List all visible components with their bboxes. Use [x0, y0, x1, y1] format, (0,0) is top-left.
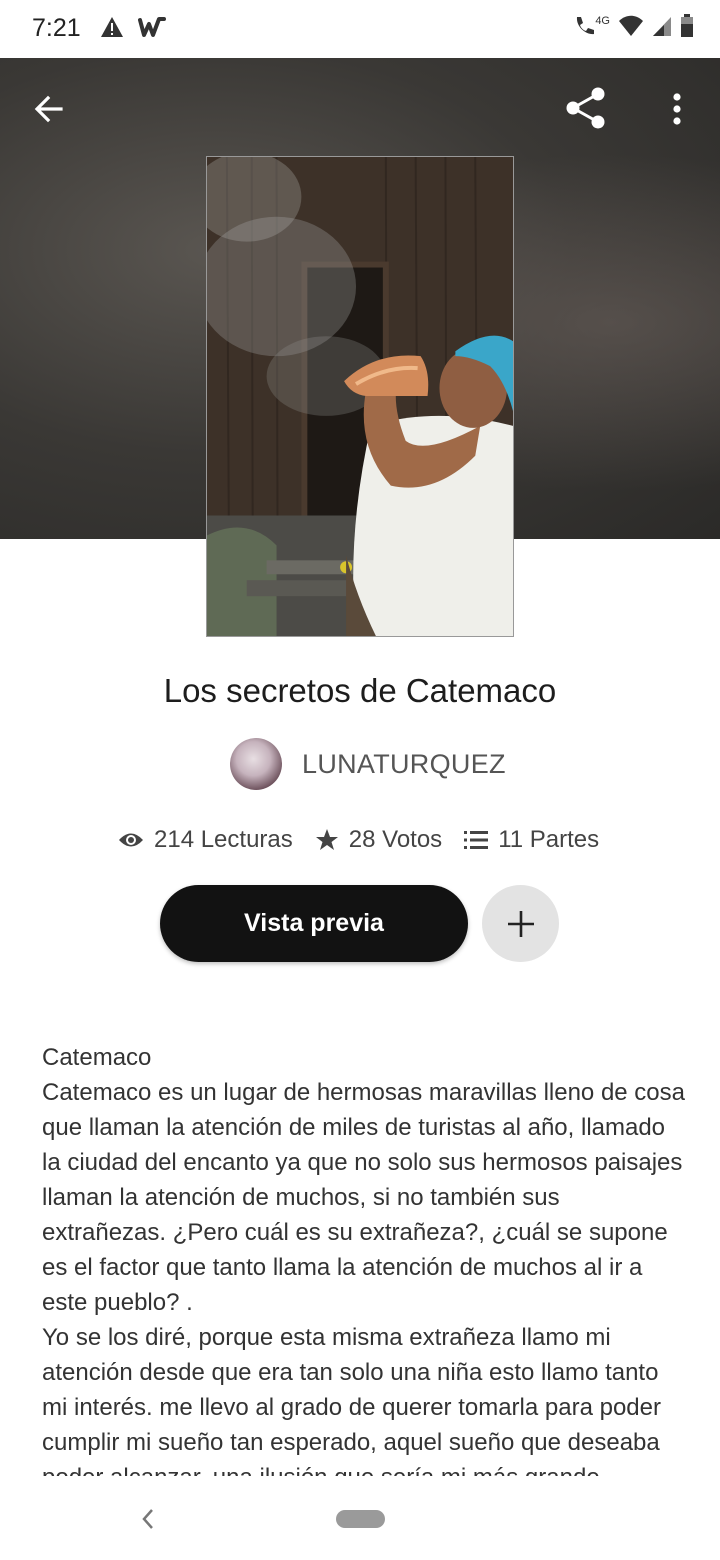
share-button[interactable]: [562, 84, 610, 132]
votes-count: 28 Votos: [348, 826, 443, 853]
avatar[interactable]: [230, 738, 282, 790]
battery-icon: [681, 14, 693, 37]
network-label: 4G: [595, 15, 610, 27]
more-options-button[interactable]: [660, 86, 694, 132]
status-time: 7:21: [32, 14, 81, 42]
preview-button[interactable]: Vista previa: [160, 885, 468, 962]
description-paragraph: Yo se los diré, porque esta misma extrañ…: [42, 1324, 661, 1476]
parts-stat[interactable]: 11 Partes: [464, 826, 599, 854]
system-nav-bar: [0, 1478, 720, 1560]
plus-icon: [507, 910, 534, 937]
wattpad-logo-icon: [138, 17, 166, 37]
signal-icon: [653, 17, 671, 36]
description-paragraph: Catemaco: [42, 1044, 152, 1071]
story-description: Catemaco Catemaco es un lugar de hermosa…: [42, 1040, 687, 1476]
reads-stat: 214 Lecturas: [118, 826, 293, 854]
story-title: Los secretos de Catemaco: [163, 672, 557, 709]
parts-count[interactable]: 11 Partes: [498, 826, 599, 854]
star-icon: [315, 829, 338, 850]
votes-stat: 28 Votos: [315, 826, 442, 854]
author-row[interactable]: LUNATURQUEZ: [230, 738, 506, 790]
nav-home-pill[interactable]: [336, 1510, 385, 1528]
share-icon: [566, 87, 605, 129]
list-icon: [464, 831, 489, 849]
nav-back-icon[interactable]: [135, 1504, 161, 1534]
wifi-4g-icon: [619, 15, 643, 36]
story-cover-image[interactable]: [206, 156, 514, 637]
reads-count: 214 Lecturas: [154, 826, 293, 853]
description-paragraph: Catemaco es un lugar de hermosas maravil…: [42, 1079, 685, 1316]
story-stats: 214 Lecturas 28 Votos 11 Partes: [118, 826, 599, 854]
arrow-left-icon: [34, 95, 63, 123]
wifi-calling-icon: [577, 17, 595, 35]
author-name[interactable]: LUNATURQUEZ: [302, 749, 506, 780]
back-button[interactable]: [26, 86, 72, 132]
add-to-library-button[interactable]: [482, 885, 559, 962]
warning-icon: [101, 17, 123, 37]
eye-icon: [119, 833, 143, 847]
more-vert-icon: [673, 93, 681, 125]
status-bar: 7:21 4G: [0, 0, 720, 58]
